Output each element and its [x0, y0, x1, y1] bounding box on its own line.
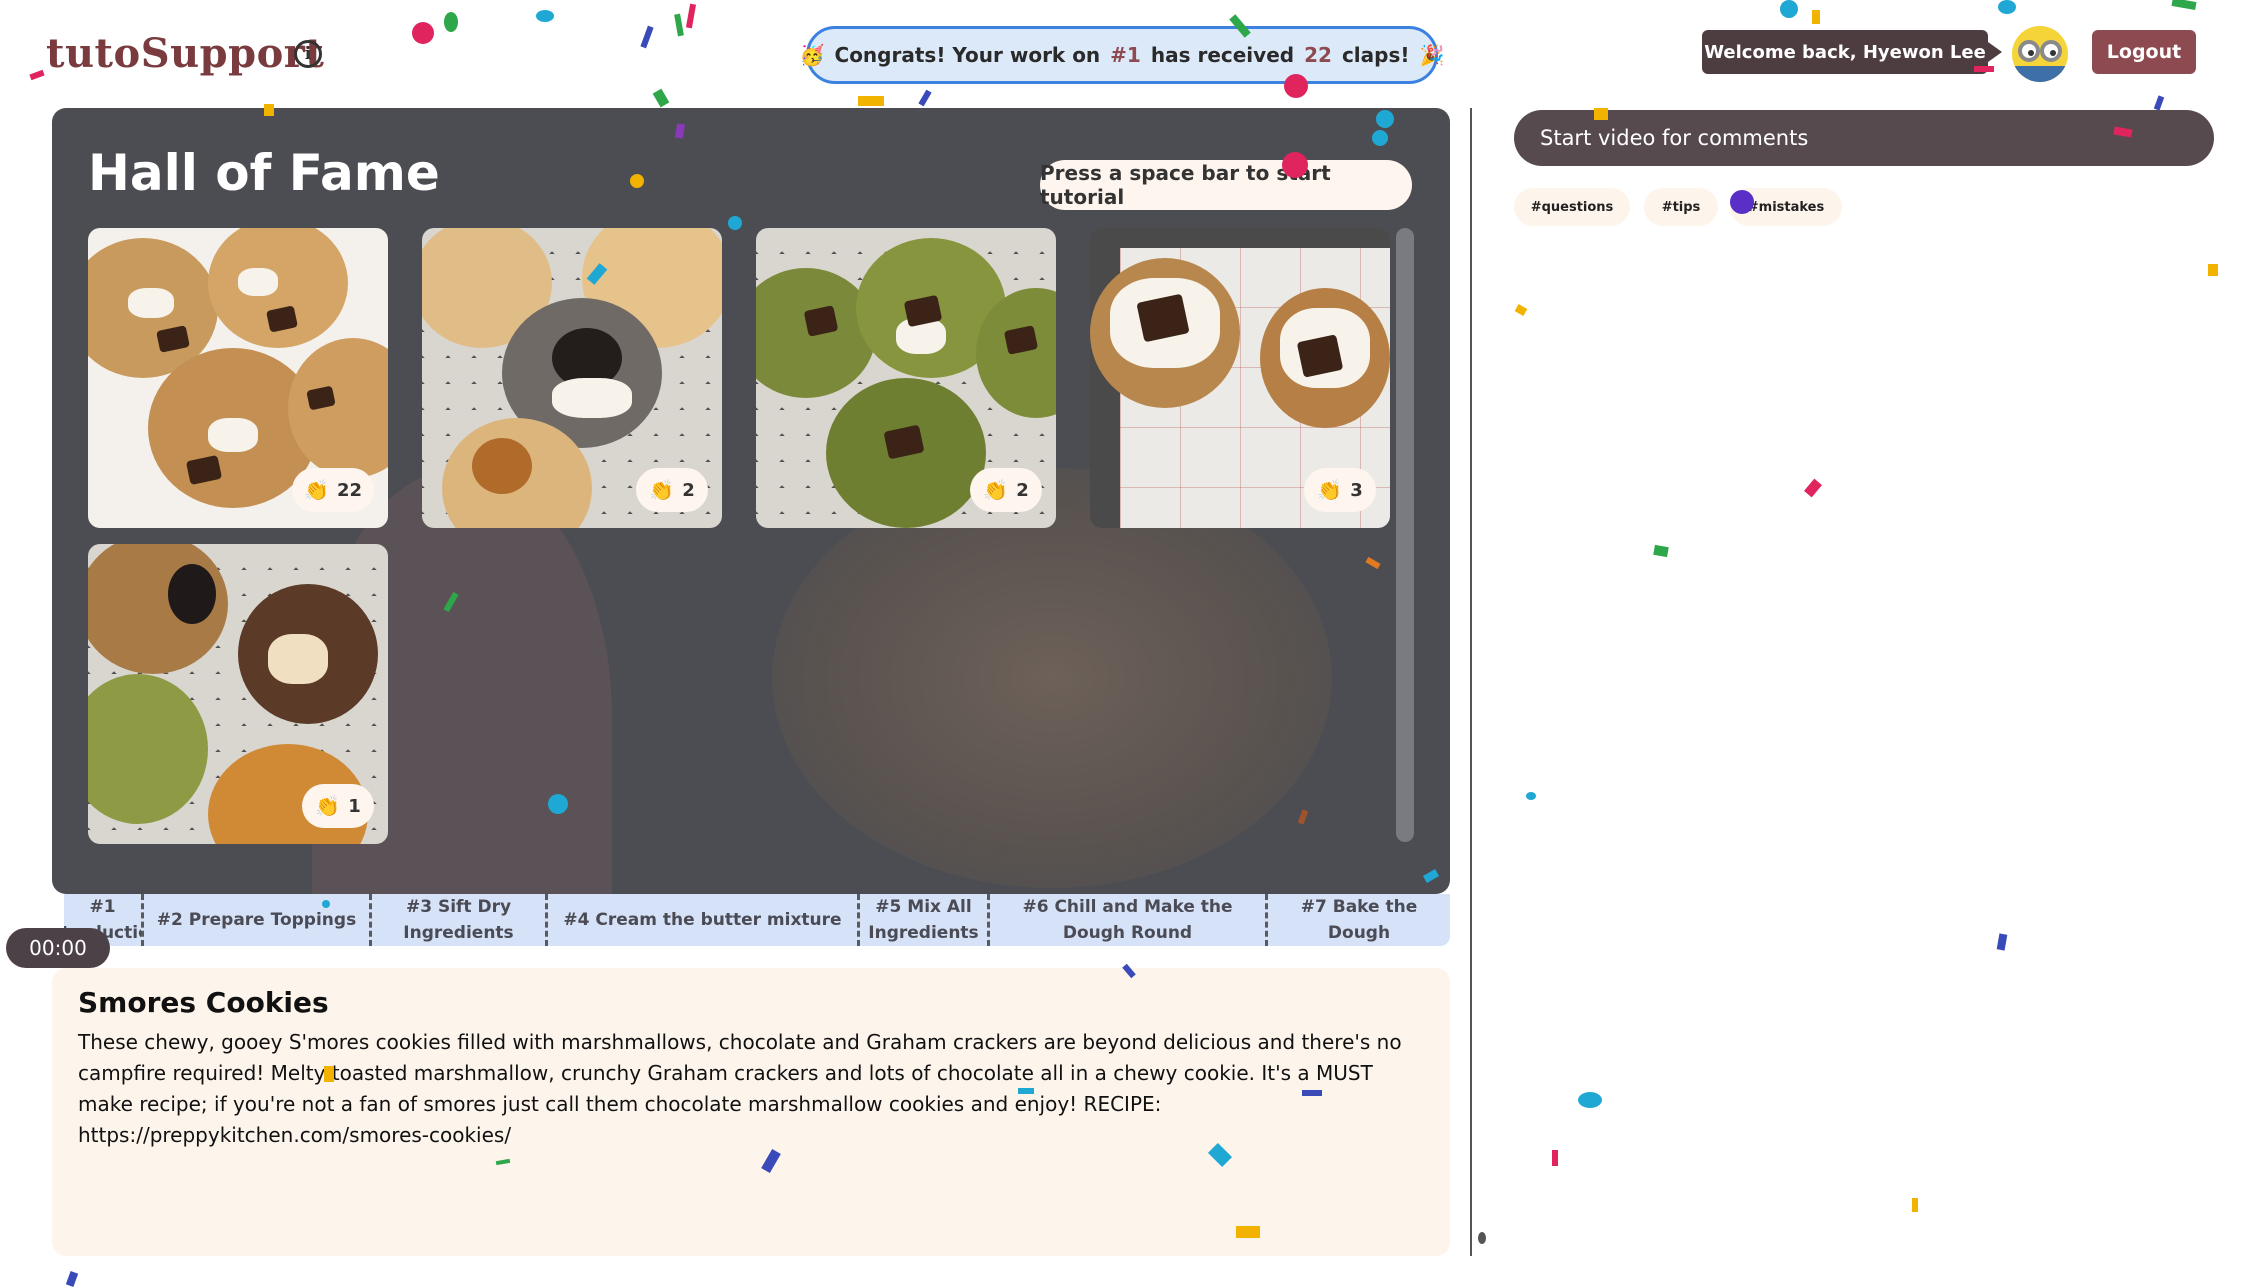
confetti-piece	[1282, 152, 1308, 178]
confetti-piece	[630, 174, 644, 188]
chapter-5[interactable]: #5 Mix All Ingredients	[860, 894, 990, 946]
confetti-piece	[728, 216, 742, 230]
confetti-piece	[652, 88, 670, 108]
congrats-count: 22	[1304, 43, 1332, 67]
confetti-piece	[1594, 108, 1608, 120]
confetti-piece	[324, 1066, 334, 1082]
hall-of-fame-item[interactable]: 👏 22	[88, 228, 388, 528]
confetti-piece	[2153, 95, 2165, 111]
chapter-7[interactable]: #7 Bake the Dough	[1268, 894, 1450, 946]
hall-of-fame-item[interactable]: 👏 1	[88, 544, 388, 844]
video-description-text: These chewy, gooey S'mores cookies fille…	[78, 1030, 1402, 1147]
party-face-icon: 🥳	[799, 43, 825, 67]
clap-count-badge[interactable]: 👏 1	[302, 784, 374, 828]
avatar[interactable]	[2012, 26, 2068, 82]
panel-divider	[1470, 108, 1472, 1256]
confetti-piece	[1996, 933, 2008, 951]
chapter-4[interactable]: #4 Cream the butter mixture	[548, 894, 860, 946]
app-root: tutoSupport i 🥳 Congrats! Your work on #…	[0, 0, 2244, 1288]
welcome-tooltip: Welcome back, Hyewon Lee	[1702, 30, 2002, 74]
confetti-piece	[1236, 1226, 1260, 1238]
confetti-piece	[1372, 130, 1388, 146]
congrats-middle: has received	[1150, 43, 1295, 67]
chapter-2[interactable]: #2 Prepare Toppings	[144, 894, 372, 946]
confetti-piece	[1912, 1198, 1918, 1212]
clap-count: 3	[1350, 479, 1363, 501]
chapter-6[interactable]: #6 Chill and Make the Dough Round	[990, 894, 1268, 946]
confetti-piece	[1578, 1092, 1602, 1108]
confetti-piece	[1376, 110, 1394, 128]
logout-button[interactable]: Logout	[2092, 30, 2196, 74]
confetti-piece	[918, 89, 932, 107]
confetti-piece	[444, 12, 458, 32]
confetti-piece	[1730, 190, 1754, 214]
confetti-piece	[1780, 0, 1798, 18]
confetti-piece	[322, 900, 330, 908]
confetti-piece	[65, 1271, 79, 1287]
congrats-rank: #1	[1110, 43, 1141, 67]
hall-of-fame-scrollbar[interactable]	[1396, 228, 1414, 842]
hall-of-fame-title: Hall of Fame	[88, 144, 440, 202]
app-logo[interactable]: tutoSupport	[46, 30, 324, 77]
party-popper-icon: 🎉	[1419, 43, 1445, 67]
avatar-goggle-icon	[2018, 40, 2040, 62]
hall-of-fame-item[interactable]: 👏 2	[422, 228, 722, 528]
confetti-piece	[685, 3, 697, 29]
tag-questions[interactable]: #questions	[1514, 188, 1630, 226]
congrats-banner: 🥳 Congrats! Your work on #1 has received…	[800, 26, 1444, 84]
clap-count: 2	[682, 479, 695, 501]
confetti-piece	[1804, 478, 1822, 498]
confetti-piece	[640, 25, 654, 49]
confetti-piece	[1812, 10, 1820, 24]
confetti-piece	[1526, 792, 1536, 800]
confetti-piece	[548, 794, 568, 814]
video-time: 00:00	[6, 928, 110, 968]
chapter-3[interactable]: #3 Sift Dry Ingredients	[372, 894, 548, 946]
hall-of-fame-item[interactable]: 👏 3	[1090, 228, 1390, 528]
confetti-piece	[536, 10, 554, 22]
video-description: Smores Cookies These chewy, gooey S'more…	[52, 968, 1450, 1256]
confetti-piece	[29, 69, 45, 81]
clap-count-badge[interactable]: 👏 2	[636, 468, 708, 512]
clap-count: 2	[1016, 479, 1029, 501]
confetti-piece	[858, 96, 884, 106]
clap-count: 1	[348, 795, 361, 817]
confetti-piece	[264, 104, 274, 116]
clap-icon: 👏	[649, 478, 675, 502]
comment-input[interactable]: Start video for comments	[1514, 110, 2214, 166]
clap-icon: 👏	[1317, 478, 1343, 502]
congrats-suffix: claps!	[1341, 43, 1410, 67]
clap-count-badge[interactable]: 👏 3	[1304, 468, 1376, 512]
info-icon[interactable]: i	[294, 40, 322, 68]
confetti-piece	[674, 13, 684, 37]
clap-count-badge[interactable]: 👏 22	[292, 468, 374, 512]
avatar-goggle-icon	[2040, 40, 2062, 62]
confetti-piece	[2171, 0, 2197, 11]
confetti-piece	[1998, 0, 2016, 14]
congrats-prefix: Congrats! Your work on	[834, 43, 1101, 67]
video-player[interactable]: Hall of Fame Press a space bar to start …	[52, 108, 1450, 894]
confetti-piece	[2208, 264, 2218, 276]
confetti-piece	[1514, 304, 1528, 316]
confetti-piece	[1653, 544, 1669, 558]
confetti-piece	[412, 22, 434, 44]
tag-tips[interactable]: #tips	[1644, 188, 1718, 226]
clap-icon: 👏	[304, 478, 329, 502]
confetti-piece	[1284, 74, 1308, 98]
clap-count-badge[interactable]: 👏 2	[970, 468, 1042, 512]
confetti-piece	[1552, 1150, 1558, 1166]
clap-count: 22	[336, 479, 362, 501]
clap-icon: 👏	[315, 794, 341, 818]
start-tutorial-button[interactable]: Press a space bar to start tutorial	[1040, 160, 1412, 210]
confetti-piece	[1478, 1232, 1486, 1244]
chapter-bar: #1 Introduction #2 Prepare Toppings #3 S…	[64, 894, 1450, 946]
confetti-piece	[1974, 66, 1994, 72]
clap-icon: 👏	[983, 478, 1009, 502]
video-title: Smores Cookies	[78, 986, 329, 1019]
hall-of-fame-item[interactable]: 👏 2	[756, 228, 1056, 528]
confetti-piece	[1018, 1088, 1034, 1094]
confetti-piece	[1302, 1090, 1322, 1096]
